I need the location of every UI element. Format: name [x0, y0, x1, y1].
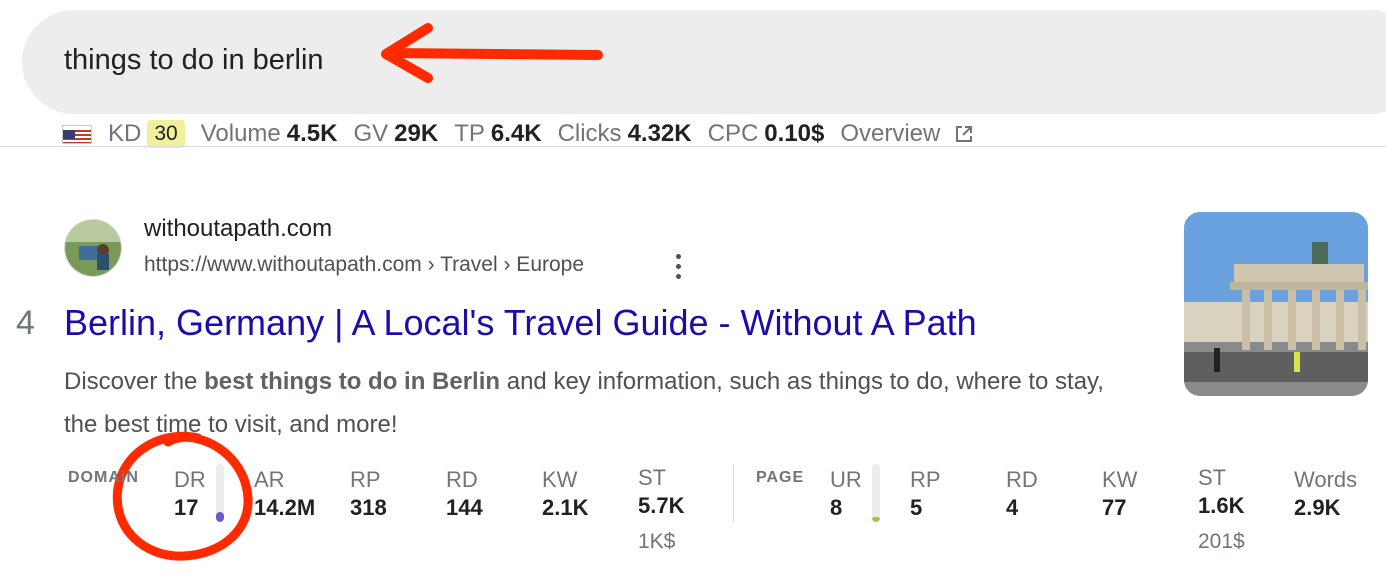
clicks-value: 4.32K	[627, 120, 692, 147]
kd-label: KD	[108, 120, 142, 147]
page-rd-value: 4	[1006, 495, 1019, 520]
page-section-label: PAGE	[756, 469, 805, 486]
page-st-label: ST	[1198, 465, 1227, 490]
domain-section-label: DOMAIN	[68, 469, 139, 486]
external-link-icon[interactable]	[954, 124, 974, 144]
result-thumbnail[interactable]	[1184, 212, 1368, 396]
tp-label: TP	[454, 120, 485, 147]
dr-label: DR	[174, 467, 206, 492]
site-name[interactable]: withoutapath.com	[144, 215, 332, 243]
domain-rd-value: 144	[446, 495, 483, 520]
domain-st-value: 5.7K	[638, 493, 685, 518]
site-favicon[interactable]	[64, 219, 122, 277]
cpc-label: CPC	[707, 120, 759, 147]
metrics-separator	[733, 464, 734, 522]
domain-st-label: ST	[638, 465, 667, 490]
kd-badge: 30	[147, 120, 185, 148]
ar-value: 14.2M	[254, 495, 316, 520]
domain-kw-value: 2.1K	[542, 495, 589, 520]
words-label: Words	[1294, 467, 1358, 492]
dr-bar	[216, 464, 224, 522]
page-kw-value: 77	[1102, 495, 1127, 520]
volume-label: Volume	[200, 120, 281, 147]
page-rp-value: 5	[910, 495, 923, 520]
ur-value: 8	[830, 495, 843, 520]
gv-label: GV	[353, 120, 389, 147]
snippet-highlight: best things to do in Berlin	[204, 368, 501, 395]
domain-st-cost: 1K$	[638, 530, 676, 553]
us-flag-icon	[62, 124, 92, 144]
domain-rp-value: 318	[350, 495, 387, 520]
clicks-label: Clicks	[557, 120, 622, 147]
keyword-metrics-row: KD 30 Volume 4.5K GV 29K TP 6.4K Clicks …	[62, 119, 974, 149]
search-query[interactable]: things to do in berlin	[64, 44, 324, 77]
ur-bar-fill	[872, 517, 880, 522]
page-rp-label: RP	[910, 467, 941, 492]
tp-value: 6.4K	[490, 120, 542, 147]
cpc-value: 0.10$	[764, 120, 825, 147]
words-value: 2.9K	[1294, 495, 1341, 520]
result-title-link[interactable]: Berlin, Germany | A Local's Travel Guide…	[64, 302, 977, 344]
dr-value: 17	[174, 495, 199, 520]
site-url-breadcrumb[interactable]: https://www.withoutapath.com › Travel › …	[144, 253, 584, 277]
result-rank: 4	[16, 304, 35, 342]
ur-bar	[872, 464, 880, 522]
volume-value: 4.5K	[286, 120, 338, 147]
domain-rd-label: RD	[446, 467, 478, 492]
page-rd-label: RD	[1006, 467, 1038, 492]
red-arrow-annotation	[381, 23, 603, 83]
domain-kw-label: KW	[542, 467, 578, 492]
ur-label: UR	[830, 467, 862, 492]
overview-link[interactable]: Overview	[840, 120, 940, 148]
snippet-text-pre: Discover the	[64, 368, 205, 395]
gv-value: 29K	[394, 120, 439, 147]
ar-label: AR	[254, 467, 285, 492]
page-st-value: 1.6K	[1198, 493, 1245, 518]
divider	[0, 146, 1386, 147]
more-options-icon[interactable]	[668, 254, 688, 284]
page-st-cost: 201$	[1198, 530, 1245, 553]
dr-bar-fill	[216, 512, 224, 522]
domain-rp-label: RP	[350, 467, 381, 492]
page-kw-label: KW	[1102, 467, 1138, 492]
